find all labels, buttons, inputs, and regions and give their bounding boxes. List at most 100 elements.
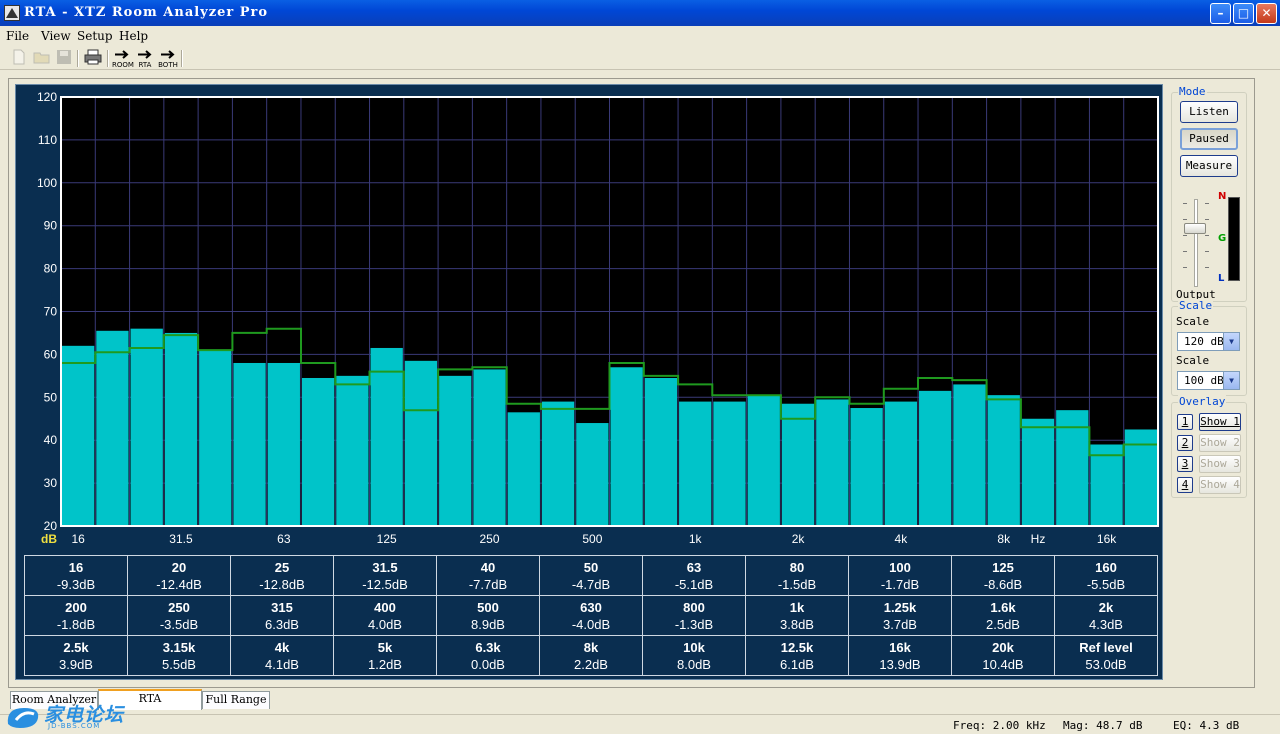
band-label: 20 bbox=[171, 559, 187, 575]
tab-full-range[interactable]: Full Range bbox=[202, 691, 270, 709]
band-value: -12.4dB bbox=[156, 576, 202, 592]
measure-button[interactable]: Measure bbox=[1180, 155, 1238, 177]
mode-group: Mode Listen Paused Measure N G L Output bbox=[1171, 85, 1247, 302]
y-tick-label: 100 bbox=[37, 176, 57, 190]
x-unit-label: Hz bbox=[1031, 532, 1046, 546]
bar bbox=[507, 412, 540, 526]
x-tick-label: 4k bbox=[895, 532, 909, 546]
y-tick-label: 60 bbox=[44, 347, 58, 361]
band-reading-cell: 400 4.0dB bbox=[333, 595, 437, 636]
toolbar-separator bbox=[107, 50, 109, 67]
band-label: Ref level bbox=[1079, 639, 1133, 655]
meter-label-l: L bbox=[1218, 273, 1225, 284]
bar bbox=[164, 332, 198, 526]
show-4-button: Show 4 bbox=[1199, 476, 1241, 494]
band-reading-cell: 3.15k 5.5dB bbox=[127, 635, 231, 676]
rta-chart[interactable]: 20 30 40 50 60 70 80 90 100 110 120 16 31.5 63 125 250 5… bbox=[16, 85, 1164, 551]
bar bbox=[713, 401, 746, 526]
band-value: 1.2dB bbox=[368, 656, 402, 672]
menu-setup[interactable]: Setup bbox=[77, 29, 113, 43]
band-reading-cell: 315 6.3dB bbox=[230, 595, 334, 636]
status-freq: Freq: 2.00 kHz bbox=[953, 719, 1046, 732]
app-icon bbox=[4, 5, 20, 21]
print-icon[interactable] bbox=[83, 49, 103, 67]
bar bbox=[1021, 418, 1055, 526]
readings-row: 2.5k 3.9dB 3.15k 5.5dB 4k 4.1dB 5k 1.2dB 6.3k 0.0… bbox=[24, 635, 1158, 676]
menu-bar: File View Setup Help bbox=[0, 26, 1280, 46]
toolbar-separator bbox=[77, 50, 79, 67]
open-folder-icon[interactable] bbox=[32, 49, 52, 67]
overlay-row-2: 2 Show 2 bbox=[1177, 434, 1247, 452]
y-tick-label: 50 bbox=[44, 390, 58, 404]
scale-group-label: Scale bbox=[1178, 299, 1214, 312]
bar bbox=[267, 362, 300, 526]
band-value: 8.0dB bbox=[677, 656, 711, 672]
band-value: 3.9dB bbox=[59, 656, 93, 672]
band-label: 2.5k bbox=[63, 639, 89, 655]
band-reading-cell: 1k 3.8dB bbox=[745, 595, 849, 636]
band-label: 25 bbox=[274, 559, 290, 575]
scale1-select[interactable]: 120 dB ▼ bbox=[1177, 332, 1240, 351]
new-file-icon[interactable] bbox=[10, 49, 28, 67]
band-reading-cell: 80 -1.5dB bbox=[745, 555, 849, 596]
bar bbox=[610, 367, 643, 526]
overlay-3-button[interactable]: 3 bbox=[1177, 456, 1193, 472]
band-label: 63 bbox=[686, 559, 702, 575]
listen-button[interactable]: Listen bbox=[1180, 101, 1238, 123]
meter-label-g: G bbox=[1218, 233, 1227, 244]
output-slider-thumb[interactable] bbox=[1184, 223, 1206, 234]
band-reading-cell: 25 -12.8dB bbox=[230, 555, 334, 596]
bar bbox=[576, 423, 609, 526]
overlay-2-button[interactable]: 2 bbox=[1177, 435, 1193, 451]
toolbar-separator bbox=[181, 50, 183, 67]
band-value: 3.8dB bbox=[780, 616, 814, 632]
band-value: -5.1dB bbox=[674, 576, 714, 592]
menu-file[interactable]: File bbox=[6, 29, 29, 43]
level-meter bbox=[1228, 197, 1240, 281]
band-label: 1.6k bbox=[990, 599, 1016, 615]
band-label: 40 bbox=[480, 559, 496, 575]
band-value: 2.5dB bbox=[986, 616, 1020, 632]
band-reading-cell: Ref level 53.0dB bbox=[1054, 635, 1158, 676]
x-tick-label: 125 bbox=[377, 532, 397, 546]
output-level-slider[interactable] bbox=[1176, 193, 1210, 293]
status-eq: EQ: 4.3 dB bbox=[1173, 719, 1240, 732]
bar bbox=[473, 369, 506, 526]
room-button[interactable]: ROOM bbox=[112, 49, 134, 69]
band-label: 200 bbox=[65, 599, 87, 615]
bar bbox=[541, 401, 575, 526]
bar bbox=[987, 395, 1020, 526]
overlay-row-4: 4 Show 4 bbox=[1177, 476, 1247, 494]
show-1-button[interactable]: Show 1 bbox=[1199, 413, 1241, 431]
band-reading-cell: 2k 4.3dB bbox=[1054, 595, 1158, 636]
scale2-select[interactable]: 100 dB ▼ bbox=[1177, 371, 1240, 390]
minimize-icon[interactable]: – bbox=[1210, 3, 1231, 24]
rta-chart-frame: 20 30 40 50 60 70 80 90 100 110 120 16 31.5 63 125 250 5… bbox=[15, 84, 1163, 680]
save-icon[interactable] bbox=[55, 49, 73, 67]
menu-help[interactable]: Help bbox=[119, 29, 148, 43]
rta-button[interactable]: RTA bbox=[135, 49, 155, 69]
y-tick-label: 80 bbox=[44, 262, 58, 276]
band-reading-cell: 200 -1.8dB bbox=[24, 595, 128, 636]
band-label: 10k bbox=[683, 639, 705, 655]
window-title: RTA - XTZ Room Analyzer Pro bbox=[24, 5, 269, 20]
bar bbox=[850, 408, 883, 526]
band-value: -7.7dB bbox=[468, 576, 508, 592]
scale-group: Scale Scale 120 dB ▼ Scale 100 dB ▼ bbox=[1171, 299, 1247, 396]
paused-button[interactable]: Paused bbox=[1180, 128, 1238, 150]
band-value: -8.6dB bbox=[983, 576, 1023, 592]
maximize-icon[interactable]: □ bbox=[1233, 3, 1254, 24]
bar bbox=[816, 399, 849, 526]
band-value: -1.8dB bbox=[56, 616, 96, 632]
band-value: -4.7dB bbox=[571, 576, 611, 592]
overlay-4-button[interactable]: 4 bbox=[1177, 477, 1193, 493]
band-value: 8.9dB bbox=[471, 616, 505, 632]
band-reading-cell: 160 -5.5dB bbox=[1054, 555, 1158, 596]
band-label: 31.5 bbox=[372, 559, 398, 575]
menu-view[interactable]: View bbox=[41, 29, 71, 43]
close-icon[interactable]: ✕ bbox=[1256, 3, 1277, 24]
overlay-1-button[interactable]: 1 bbox=[1177, 414, 1193, 430]
both-button[interactable]: BOTH bbox=[158, 49, 178, 69]
band-value: -1.5dB bbox=[777, 576, 817, 592]
band-reading-cell: 630 -4.0dB bbox=[539, 595, 643, 636]
